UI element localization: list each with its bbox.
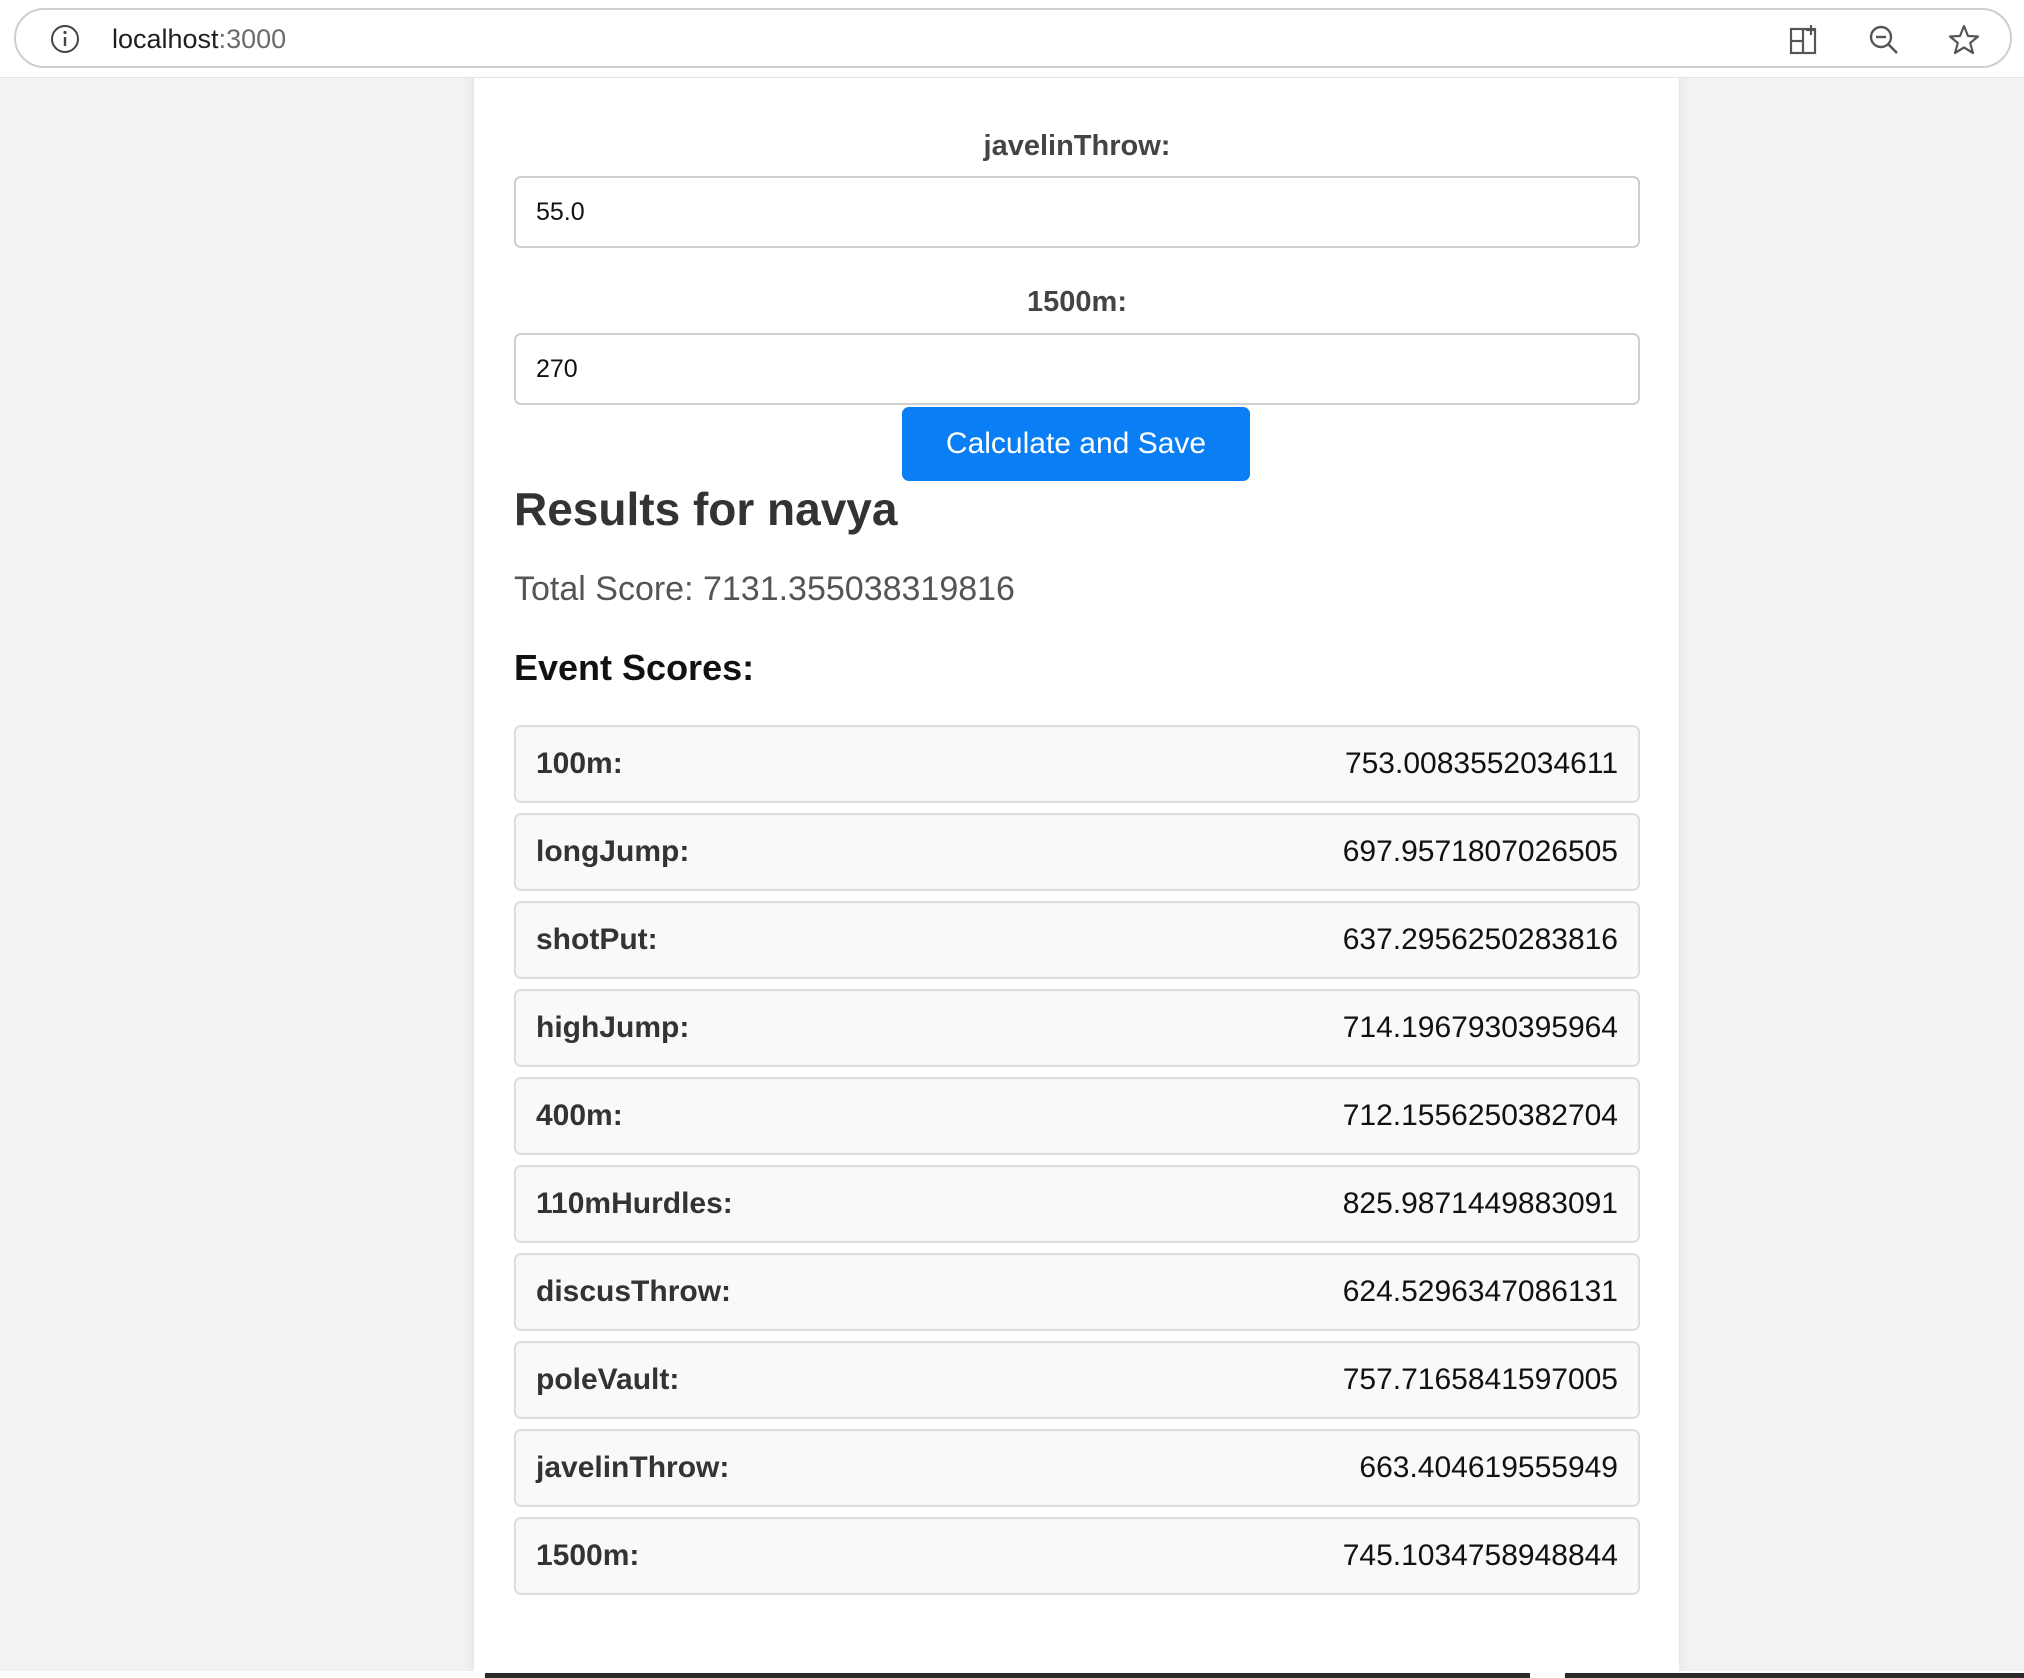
info-icon[interactable] bbox=[48, 22, 82, 56]
calculate-and-save-button[interactable]: Calculate and Save bbox=[902, 407, 1250, 481]
1500m-label: 1500m: bbox=[1027, 286, 1127, 318]
event-name: longJump: bbox=[536, 835, 690, 868]
url-host: localhost bbox=[112, 24, 219, 54]
event-name: poleVault: bbox=[536, 1363, 680, 1396]
favorite-star-icon[interactable] bbox=[1946, 22, 1982, 58]
1500m-input[interactable] bbox=[514, 333, 1640, 405]
event-score-row: 100m: 753.0083552034611 bbox=[514, 725, 1640, 803]
event-score-row: discusThrow: 624.5296347086131 bbox=[514, 1253, 1640, 1331]
url-port: :3000 bbox=[218, 24, 287, 54]
event-score: 637.2956250283816 bbox=[1342, 923, 1618, 956]
javelin-throw-input[interactable] bbox=[514, 176, 1640, 248]
event-score: 753.0083552034611 bbox=[1344, 747, 1618, 780]
page-content: javelinThrow: 1500m: Calculate and Save … bbox=[0, 78, 2024, 1678]
event-score-row: highJump: 714.1967930395964 bbox=[514, 989, 1640, 1067]
total-score: Total Score: 7131.355038319816 bbox=[514, 570, 1015, 608]
event-score: 663.404619555949 bbox=[1359, 1451, 1618, 1484]
calculator-card: javelinThrow: 1500m: Calculate and Save … bbox=[474, 78, 1679, 1678]
event-score: 825.9871449883091 bbox=[1342, 1187, 1618, 1220]
event-score: 757.7165841597005 bbox=[1342, 1363, 1618, 1396]
event-score-row: 400m: 712.1556250382704 bbox=[514, 1077, 1640, 1155]
event-score: 712.1556250382704 bbox=[1342, 1099, 1618, 1132]
event-name: discusThrow: bbox=[536, 1275, 732, 1308]
event-name: javelinThrow: bbox=[536, 1451, 730, 1484]
event-score-list: 100m: 753.0083552034611 longJump: 697.95… bbox=[514, 725, 1640, 1605]
split-screen-icon[interactable] bbox=[1786, 22, 1822, 58]
taskbar-segment bbox=[1565, 1673, 2024, 1678]
event-name: highJump: bbox=[536, 1011, 690, 1044]
event-score-row: 110mHurdles: 825.9871449883091 bbox=[514, 1165, 1640, 1243]
javelin-throw-label: javelinThrow: bbox=[983, 130, 1171, 162]
event-score-row: poleVault: 757.7165841597005 bbox=[514, 1341, 1640, 1419]
event-name: 110mHurdles: bbox=[536, 1187, 733, 1220]
taskbar-segment bbox=[485, 1673, 1530, 1678]
event-score: 697.9571807026505 bbox=[1342, 835, 1618, 868]
event-score: 624.5296347086131 bbox=[1342, 1275, 1618, 1308]
browser-toolbar: localhost:3000 bbox=[0, 0, 2024, 78]
event-score-row: longJump: 697.9571807026505 bbox=[514, 813, 1640, 891]
event-score: 745.1034758948844 bbox=[1342, 1539, 1618, 1572]
event-name: 100m: bbox=[536, 747, 623, 780]
event-name: 400m: bbox=[536, 1099, 623, 1132]
event-name: 1500m: bbox=[536, 1539, 640, 1572]
address-bar[interactable]: localhost:3000 bbox=[14, 8, 2012, 68]
event-score-row: javelinThrow: 663.404619555949 bbox=[514, 1429, 1640, 1507]
event-score: 714.1967930395964 bbox=[1342, 1011, 1618, 1044]
event-score-row: shotPut: 637.2956250283816 bbox=[514, 901, 1640, 979]
event-scores-heading: Event Scores: bbox=[514, 647, 755, 688]
results-title: Results for navya bbox=[514, 483, 898, 535]
url-text[interactable]: localhost:3000 bbox=[112, 23, 286, 55]
event-score-row: 1500m: 745.1034758948844 bbox=[514, 1517, 1640, 1595]
zoom-out-icon[interactable] bbox=[1866, 22, 1902, 58]
event-name: shotPut: bbox=[536, 923, 658, 956]
